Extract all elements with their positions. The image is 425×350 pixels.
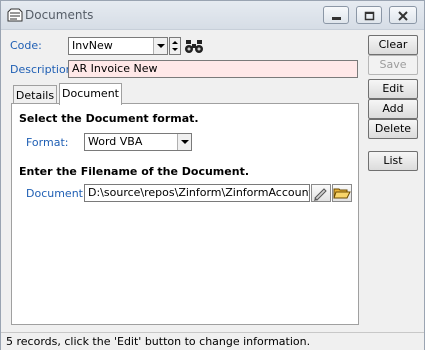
documents-window: Documents Code: InvNew Description: AR I… (0, 0, 425, 350)
edit-button[interactable]: Edit (368, 79, 418, 99)
code-value: InvNew (72, 39, 113, 52)
document-label: Document: (26, 187, 87, 200)
window-title: Documents (25, 8, 94, 22)
minimize-button[interactable] (323, 6, 349, 24)
format-select[interactable]: Word VBA (84, 133, 192, 151)
spin-down-icon[interactable] (172, 48, 178, 51)
maximize-icon (364, 11, 375, 21)
document-path-input[interactable]: D:\source\repos\Zinform\ZinformAccounts\… (84, 184, 310, 202)
maximize-button[interactable] (356, 6, 382, 24)
folder-open-icon (333, 188, 351, 199)
clear-button[interactable]: Clear (368, 35, 418, 55)
delete-button[interactable]: Delete (368, 119, 418, 139)
add-button[interactable]: Add (368, 99, 418, 119)
description-input[interactable]: AR Invoice New (68, 60, 358, 78)
filename-heading: Enter the Filename of the Document. (19, 165, 250, 178)
pencil-icon (314, 188, 327, 201)
close-icon (398, 11, 408, 21)
close-button[interactable] (389, 6, 417, 24)
save-button[interactable]: Save (368, 55, 418, 75)
binoculars-icon[interactable] (184, 37, 204, 55)
list-button[interactable]: List (368, 151, 418, 171)
tab-document[interactable]: Document (59, 83, 122, 105)
documents-app-icon (7, 8, 23, 22)
spin-up-icon[interactable] (172, 41, 178, 44)
format-heading: Select the Document format. (19, 112, 199, 125)
description-label: Description: (10, 63, 77, 76)
code-combobox[interactable]: InvNew (68, 37, 168, 55)
chevron-down-icon[interactable] (177, 134, 191, 150)
chevron-down-icon[interactable] (153, 38, 167, 54)
code-label: Code: (10, 39, 42, 52)
minimize-icon (332, 17, 341, 20)
format-value: Word VBA (88, 135, 143, 148)
code-spinner[interactable] (169, 37, 181, 55)
open-folder-button[interactable] (332, 184, 352, 202)
browse-button[interactable] (311, 184, 331, 202)
tab-details[interactable]: Details (13, 85, 57, 105)
format-label: Format: (26, 136, 69, 149)
title-bar[interactable]: Documents (1, 1, 424, 30)
status-bar: 5 records, click the 'Edit' button to ch… (1, 332, 424, 350)
